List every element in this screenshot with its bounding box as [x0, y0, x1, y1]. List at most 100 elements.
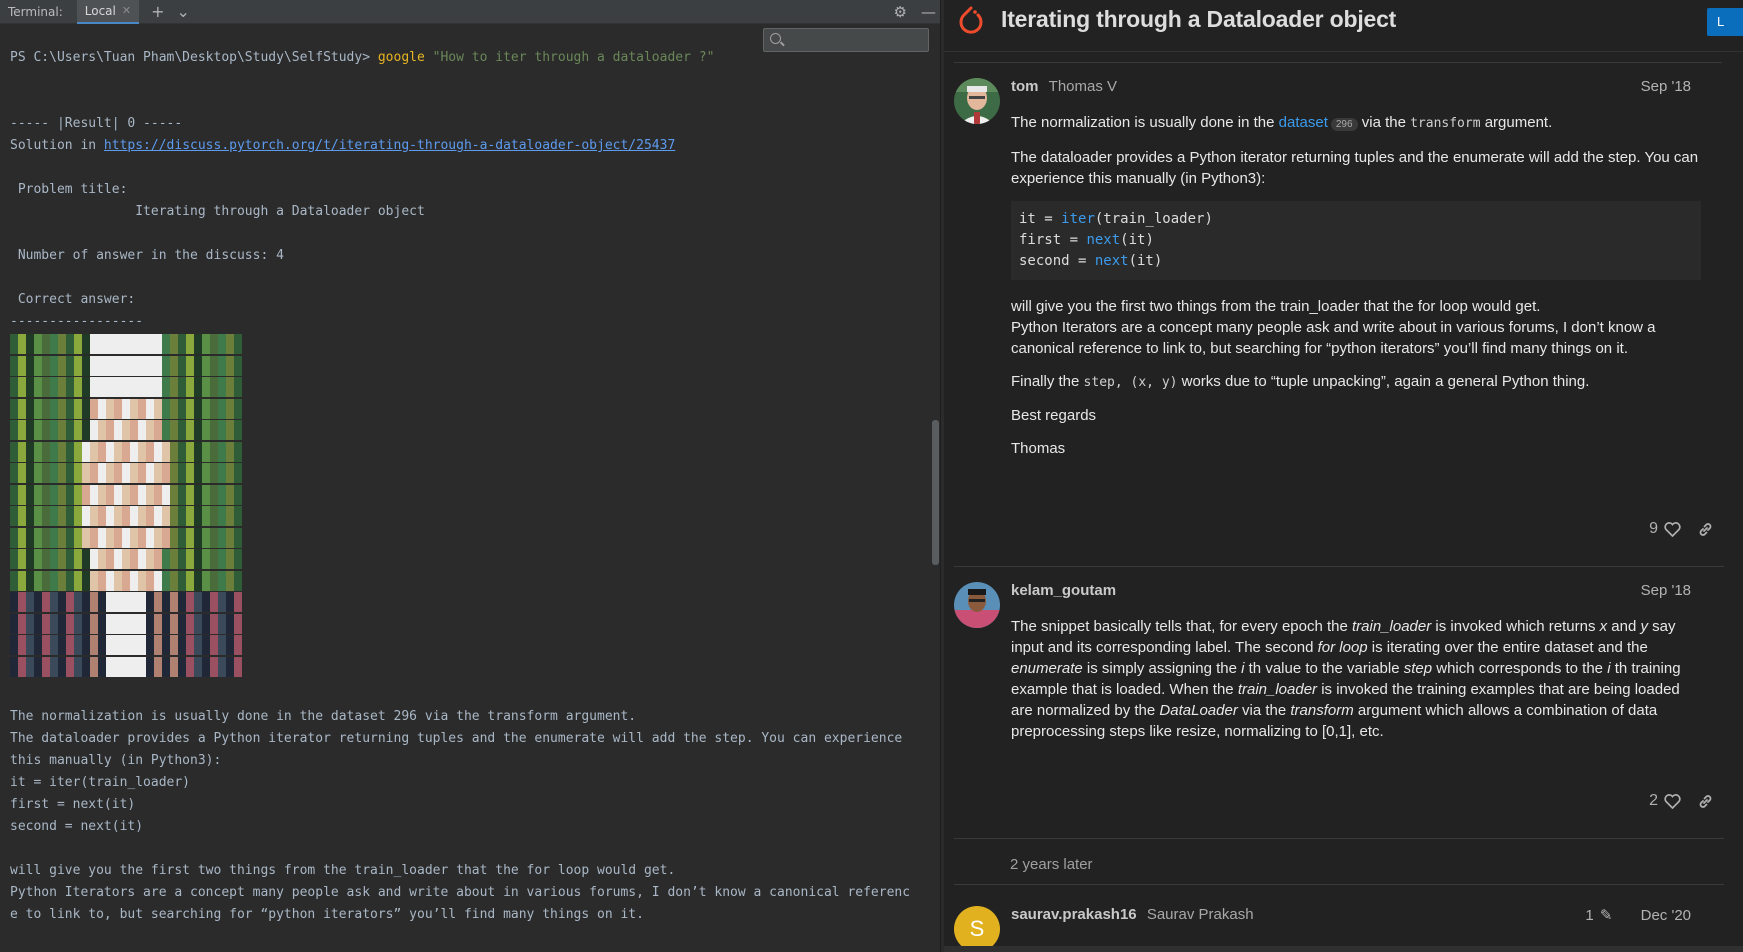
search-icon [770, 33, 781, 44]
close-tab-icon[interactable]: ✕ [122, 4, 131, 17]
terminal-text: ----- |Result| 0 ----- [10, 116, 183, 131]
terminal-line: e to link to, but searching for “python … [10, 907, 644, 922]
post-paragraph: Python Iterators are a concept many peop… [1011, 319, 1656, 357]
post-fullname: Thomas V [1048, 78, 1118, 95]
post-paragraph: The dataloader provides a Python iterato… [1011, 149, 1699, 187]
pencil-icon: ✎ [1599, 907, 1613, 924]
post-text: argument. [1480, 114, 1553, 131]
divider [954, 884, 1724, 885]
link-icon[interactable] [1697, 793, 1714, 810]
login-button[interactable]: L [1707, 8, 1743, 36]
post-tom: tom Thomas V Sep '18 The normalization i… [954, 78, 1724, 567]
like-count: 9 [1649, 520, 1658, 537]
dataset-link[interactable]: dataset [1279, 114, 1328, 131]
divider [954, 838, 1724, 839]
terminal-line: Python Iterators are a concept many peop… [10, 885, 911, 900]
post-paragraph: Thomas [1011, 440, 1066, 457]
post-username[interactable]: saurav.prakash16 [1011, 906, 1137, 923]
like-button[interactable]: 2 [1649, 792, 1681, 810]
terminal-line: Iterating through a Dataloader object [10, 201, 935, 223]
post-username[interactable]: kelam_goutam [1011, 582, 1116, 599]
post-body: The normalization is usually done in the… [1011, 112, 1701, 471]
post-date[interactable]: Sep '18 [1641, 582, 1691, 599]
avatar[interactable] [954, 582, 1000, 628]
terminal-text: Number of answer in the discuss: 4 [10, 248, 284, 263]
code-block: it = iter(train_loader) first = next(it)… [1011, 201, 1701, 280]
post-date[interactable]: 1 ✎ Dec '20 [1585, 906, 1691, 924]
post-actions: 2 [1649, 792, 1714, 810]
terminal-line: will give you the first two things from … [10, 863, 676, 878]
terminal-line: PS C:\Users\Tuan Pham\Desktop\Study\Self… [10, 47, 935, 69]
minimize-icon[interactable]: — [921, 3, 936, 21]
ide-terminal-panel: Terminal: Local ✕ + ⌄ ⚙ — PS C:\Users\Tu… [0, 0, 944, 952]
post-paragraph: The snippet basically tells that, for ev… [1011, 618, 1681, 740]
post-meta: tom Thomas V Sep '18 [1011, 78, 1701, 100]
inline-code: transform [1410, 116, 1481, 131]
terminal-text: PS C:\Users\Tuan Pham\Desktop\Study\Self… [10, 50, 378, 65]
post-fullname: Saurav Prakash [1146, 906, 1254, 923]
post-kelam-goutam: kelam_goutam Sep '18 The snippet basical… [954, 582, 1724, 822]
terminal-tab-local[interactable]: Local ✕ [76, 0, 140, 24]
terminal-text: Iterating through a Dataloader object [10, 204, 425, 219]
terminal-text: google [377, 50, 425, 65]
post-actions: 9 [1649, 520, 1714, 538]
link-count-badge: 296 [1330, 118, 1358, 131]
time-gap-label: 2 years later [1010, 856, 1093, 873]
terminal-line: The normalization is usually done in the… [10, 709, 637, 724]
post-date-text: Dec '20 [1640, 907, 1691, 924]
pytorch-logo-icon[interactable] [954, 4, 988, 38]
like-button[interactable]: 9 [1649, 520, 1681, 538]
terminal-toolbar: Terminal: Local ✕ + ⌄ ⚙ — [0, 0, 944, 24]
avatar[interactable] [954, 78, 1000, 124]
terminal-line: first = next(it) [10, 797, 136, 812]
terminal-output[interactable]: PS C:\Users\Tuan Pham\Desktop\Study\Self… [10, 47, 935, 333]
post-paragraph: will give you the first two things from … [1011, 298, 1541, 315]
terminal-tab-label: Local [84, 3, 116, 18]
terminal-scrollbar[interactable] [932, 420, 939, 565]
terminal-line: Correct answer: [10, 289, 935, 311]
terminal-line: Number of answer in the discuss: 4 [10, 245, 935, 267]
post-text: via the [1357, 114, 1411, 131]
forum-header: Iterating through a Dataloader object L [944, 0, 1743, 52]
terminal-line: Solution in https://discuss.pytorch.org/… [10, 135, 935, 157]
divider [954, 566, 1724, 567]
terminal-line: it = iter(train_loader) [10, 775, 191, 790]
terminal-text: ----------------- [10, 314, 144, 329]
terminal-line: second = next(it) [10, 819, 144, 834]
solution-link[interactable]: https://discuss.pytorch.org/t/iterating-… [104, 138, 675, 153]
terminal-line: ----- |Result| 0 ----- [10, 113, 935, 135]
like-count: 2 [1649, 792, 1658, 809]
terminal-text: Solution in [10, 138, 104, 153]
heart-icon [1664, 793, 1681, 809]
post-paragraph: Best regards [1011, 407, 1097, 424]
terminal-text: Problem title: [10, 182, 128, 197]
post-text: works due to “tuple unpacking”, again a … [1177, 373, 1590, 390]
heart-icon [1664, 521, 1681, 537]
post-text: The normalization is usually done in the [1011, 114, 1279, 131]
terminal-answer-text: The normalization is usually done in the… [10, 706, 935, 926]
topic-title[interactable]: Iterating through a Dataloader object [1001, 6, 1396, 33]
edit-count: 1 [1585, 907, 1594, 924]
avatar-letter: S [969, 916, 985, 941]
post-date[interactable]: Sep '18 [1641, 78, 1691, 95]
terminal-text: "How to iter through a dataloader ?" [424, 50, 715, 65]
terminal-line: The dataloader provides a Python iterato… [10, 731, 903, 746]
add-terminal-icon[interactable]: + [151, 0, 164, 24]
terminal-line: this manually (in Python3): [10, 753, 222, 768]
gear-icon[interactable]: ⚙ [894, 3, 907, 21]
link-icon[interactable] [1697, 521, 1714, 538]
ascii-avatar-image [10, 334, 266, 682]
post-text: Finally the [1011, 373, 1084, 390]
chevron-down-icon[interactable]: ⌄ [177, 0, 190, 24]
terminal-line: Problem title: [10, 179, 935, 201]
post-meta: saurav.prakash16 Saurav Prakash 1 ✎ Dec … [1011, 906, 1701, 928]
post-username[interactable]: tom [1011, 78, 1039, 95]
terminal-line: ----------------- [10, 311, 935, 333]
inline-code: step, (x, y) [1083, 375, 1178, 390]
